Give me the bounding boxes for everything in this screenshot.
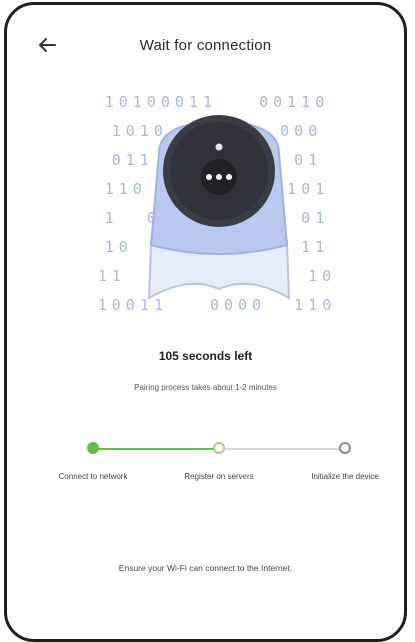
progress-track-pending (219, 448, 345, 450)
page-title: Wait for connection (139, 37, 272, 54)
progress-track-done (93, 448, 219, 450)
connection-illustration: 10100011 00110 1010 000 011 01 110 101 1… (77, 93, 357, 323)
progress-steps: Connect to network Register on servers I… (57, 437, 379, 507)
wifi-hint: Ensure your Wi-Fi can connect to the Int… (118, 563, 293, 573)
step-label-initialize: Initialize the device (311, 472, 379, 481)
header: Wait for connection (7, 27, 404, 63)
step-label-register: Register on servers (184, 472, 254, 481)
step-label-connect: Connect to network (58, 472, 128, 481)
countdown-text: 105 seconds left (158, 349, 253, 363)
camera-icon (147, 115, 291, 300)
step-dot-initialize (339, 442, 351, 454)
phone-frame: Wait for connection 10100011 00110 1010 … (4, 2, 407, 642)
step-dot-connect (87, 442, 99, 454)
binary-row: 10100011 00110 (104, 93, 330, 111)
step-dot-register (213, 442, 225, 454)
pairing-info: Pairing process takes about 1-2 minutes (134, 383, 277, 392)
